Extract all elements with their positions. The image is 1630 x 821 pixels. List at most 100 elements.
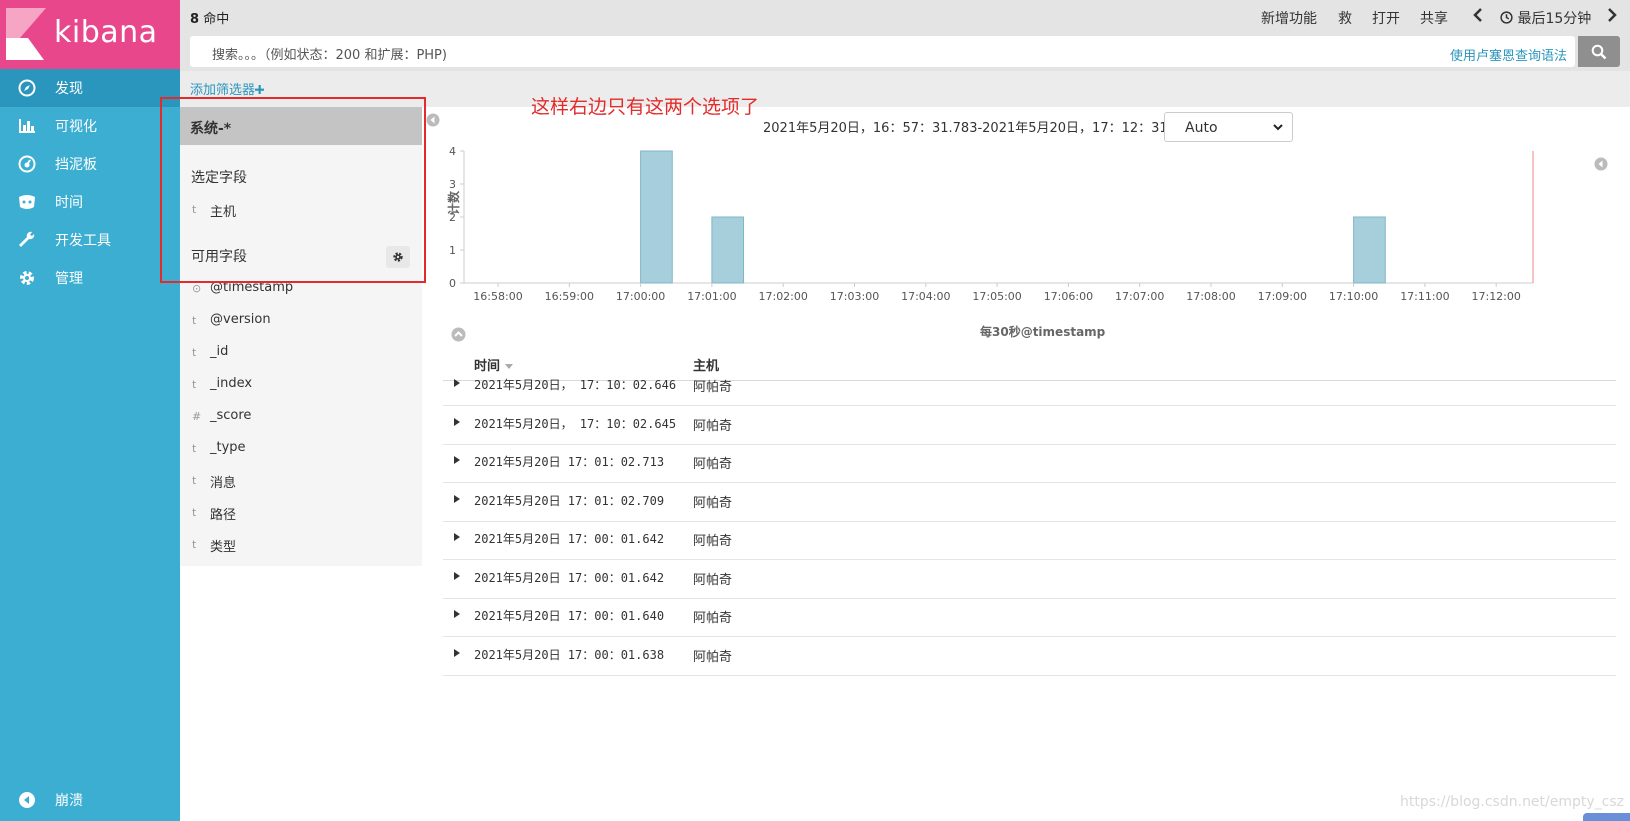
interval-select[interactable]: Auto xyxy=(1164,112,1293,142)
cell-host: 阿帕奇 xyxy=(693,380,733,395)
field-name: _score xyxy=(210,408,252,423)
expand-row-icon[interactable] xyxy=(453,609,461,619)
field-type-icon: t xyxy=(192,314,197,327)
field-name: 类型 xyxy=(210,540,237,555)
table-row[interactable]: 2021年5月20日 17：00：01.642 阿帕奇 xyxy=(443,520,1616,560)
sidebar-collapse[interactable]: 崩溃 xyxy=(0,781,180,819)
table-row[interactable]: 2021年5月20日 17：00：01.638 阿帕奇 xyxy=(443,636,1616,676)
field-type-icon: t xyxy=(192,346,197,359)
sidebar-item-visualize[interactable]: 可视化 xyxy=(0,107,180,145)
kibana-logo[interactable]: kibana xyxy=(0,0,180,69)
x-tick-label: 17:11:00 xyxy=(1400,290,1449,303)
field-type-icon: t xyxy=(192,474,197,487)
y-tick-label: 0 xyxy=(449,277,456,290)
field-item[interactable]: t 路径 xyxy=(180,499,422,529)
x-tick-label: 17:01:00 xyxy=(687,290,736,303)
x-tick-label: 17:12:00 xyxy=(1471,290,1520,303)
time-prev-button[interactable] xyxy=(1473,8,1483,26)
cell-time: 2021年5月20日 17：00：01.642 xyxy=(474,570,665,585)
dashboard-icon xyxy=(17,154,37,174)
collapse-left-icon xyxy=(17,790,37,810)
x-tick-label: 17:03:00 xyxy=(830,290,879,303)
kibana-logo-icon xyxy=(6,8,46,60)
histogram-bar xyxy=(640,150,673,284)
cell-host: 阿帕奇 xyxy=(693,572,733,588)
cell-host: 阿帕奇 xyxy=(693,495,733,511)
table-row[interactable]: 2021年5月20日 17：00：01.642 阿帕奇 xyxy=(443,559,1616,599)
time-picker-button[interactable]: 最后15分钟 xyxy=(1500,8,1591,28)
field-item[interactable]: t _id xyxy=(180,339,422,369)
annotation-highlight-box xyxy=(160,97,426,283)
expand-row-icon[interactable] xyxy=(453,455,461,465)
expand-row-icon[interactable] xyxy=(453,494,461,504)
lucene-syntax-link[interactable]: 使用卢塞恩查询语法 xyxy=(1450,45,1567,64)
y-tick-label: 4 xyxy=(449,145,456,158)
new-button[interactable]: 新增功能 xyxy=(1261,8,1317,28)
time-range-label: 2021年5月20日，16：57：31.783-2021年5月20日，17：12… xyxy=(763,121,1202,136)
x-tick-label: 17:08:00 xyxy=(1186,290,1235,303)
sidebar-item-management[interactable]: 管理 xyxy=(0,259,180,297)
field-name: @version xyxy=(210,312,271,327)
table-row[interactable]: 2021年5月20日， 17：10：02.645 阿帕奇 xyxy=(443,405,1616,445)
time-next-button[interactable] xyxy=(1607,8,1617,26)
field-item[interactable]: t 类型 xyxy=(180,531,422,561)
save-button[interactable]: 救 xyxy=(1338,8,1352,28)
interval-value: Auto xyxy=(1185,120,1218,136)
table-row[interactable]: 2021年5月20日， 17：10：02.646 阿帕奇 xyxy=(443,366,1616,406)
add-filter-label: 添加筛选器 xyxy=(190,83,256,98)
expand-row-icon[interactable] xyxy=(453,571,461,581)
sidebar-item-timelion[interactable]: 时间 xyxy=(0,183,180,221)
wrench-icon xyxy=(17,230,37,250)
bar-chart-icon xyxy=(17,116,37,136)
x-axis-label: 每30秒@timestamp xyxy=(980,325,1106,339)
expand-row-icon[interactable] xyxy=(453,378,461,388)
field-item[interactable]: t 消息 xyxy=(180,467,422,497)
table-row[interactable]: 2021年5月20日 17：01：02.713 阿帕奇 xyxy=(443,443,1616,483)
expand-row-icon[interactable] xyxy=(453,532,461,542)
x-tick-label: 17:10:00 xyxy=(1329,290,1378,303)
collapse-sidebar-icon[interactable] xyxy=(426,113,440,127)
field-item[interactable]: t @version xyxy=(180,307,422,337)
app-name: kibana xyxy=(54,15,158,50)
sidebar-item-discover[interactable]: 发现 xyxy=(0,69,180,107)
x-tick-label: 17:06:00 xyxy=(1044,290,1093,303)
field-type-icon: t xyxy=(192,442,197,455)
expand-row-icon[interactable] xyxy=(453,417,461,427)
cell-time: 2021年5月20日 17：01：02.709 xyxy=(474,493,665,508)
table-row[interactable]: 2021年5月20日 17：00：01.640 阿帕奇 xyxy=(443,597,1616,637)
field-type-icon: ⊙ xyxy=(192,282,202,295)
sidebar-item-dev-tools[interactable]: 开发工具 xyxy=(0,221,180,259)
field-type-icon: # xyxy=(192,410,202,423)
time-picker-label: 最后15分钟 xyxy=(1517,11,1592,27)
sidebar-item-dashboard[interactable]: 挡泥板 xyxy=(0,145,180,183)
add-filter-button[interactable]: 添加筛选器 xyxy=(190,79,265,98)
search-button[interactable] xyxy=(1578,36,1620,67)
histogram-bar xyxy=(1353,216,1386,284)
x-tick-label: 17:04:00 xyxy=(901,290,950,303)
field-item[interactable]: t _index xyxy=(180,371,422,401)
chevron-down-icon xyxy=(1273,124,1283,131)
search-input[interactable]: 搜索。。。（例如状态：200 和扩展：PHP) 使用卢塞恩查询语法 xyxy=(190,36,1575,67)
collapse-chart-icon[interactable] xyxy=(451,327,466,342)
table-row[interactable]: 2021年5月20日 17：01：02.709 阿帕奇 xyxy=(443,482,1616,522)
cell-time: 2021年5月20日 17：01：02.713 xyxy=(474,455,665,469)
clock-icon xyxy=(1500,11,1513,24)
field-item[interactable]: t _type xyxy=(180,435,422,465)
y-tick-label: 3 xyxy=(449,178,456,191)
share-button[interactable]: 共享 xyxy=(1420,8,1448,28)
cell-host: 阿帕奇 xyxy=(693,457,733,472)
sidebar-item-label: 可视化 xyxy=(55,119,97,135)
field-name: _id xyxy=(210,344,229,359)
field-item[interactable]: # _score xyxy=(180,403,422,433)
field-name: _index xyxy=(210,376,253,391)
plus-icon xyxy=(255,85,265,94)
annotation-text: 这样右边只有这两个选项了 xyxy=(531,96,760,118)
field-type-icon: t xyxy=(192,538,197,551)
sidebar-collapse-label: 崩溃 xyxy=(55,793,83,809)
expand-row-icon[interactable] xyxy=(453,648,461,658)
open-button[interactable]: 打开 xyxy=(1372,8,1400,28)
x-tick-label: 17:00:00 xyxy=(616,290,665,303)
histogram-chart: 01234 16:58:00 16:59:00 17:00:00 17:01:00 17… xyxy=(449,145,1534,303)
field-name: 路径 xyxy=(210,508,237,523)
cell-host: 阿帕奇 xyxy=(693,534,733,549)
